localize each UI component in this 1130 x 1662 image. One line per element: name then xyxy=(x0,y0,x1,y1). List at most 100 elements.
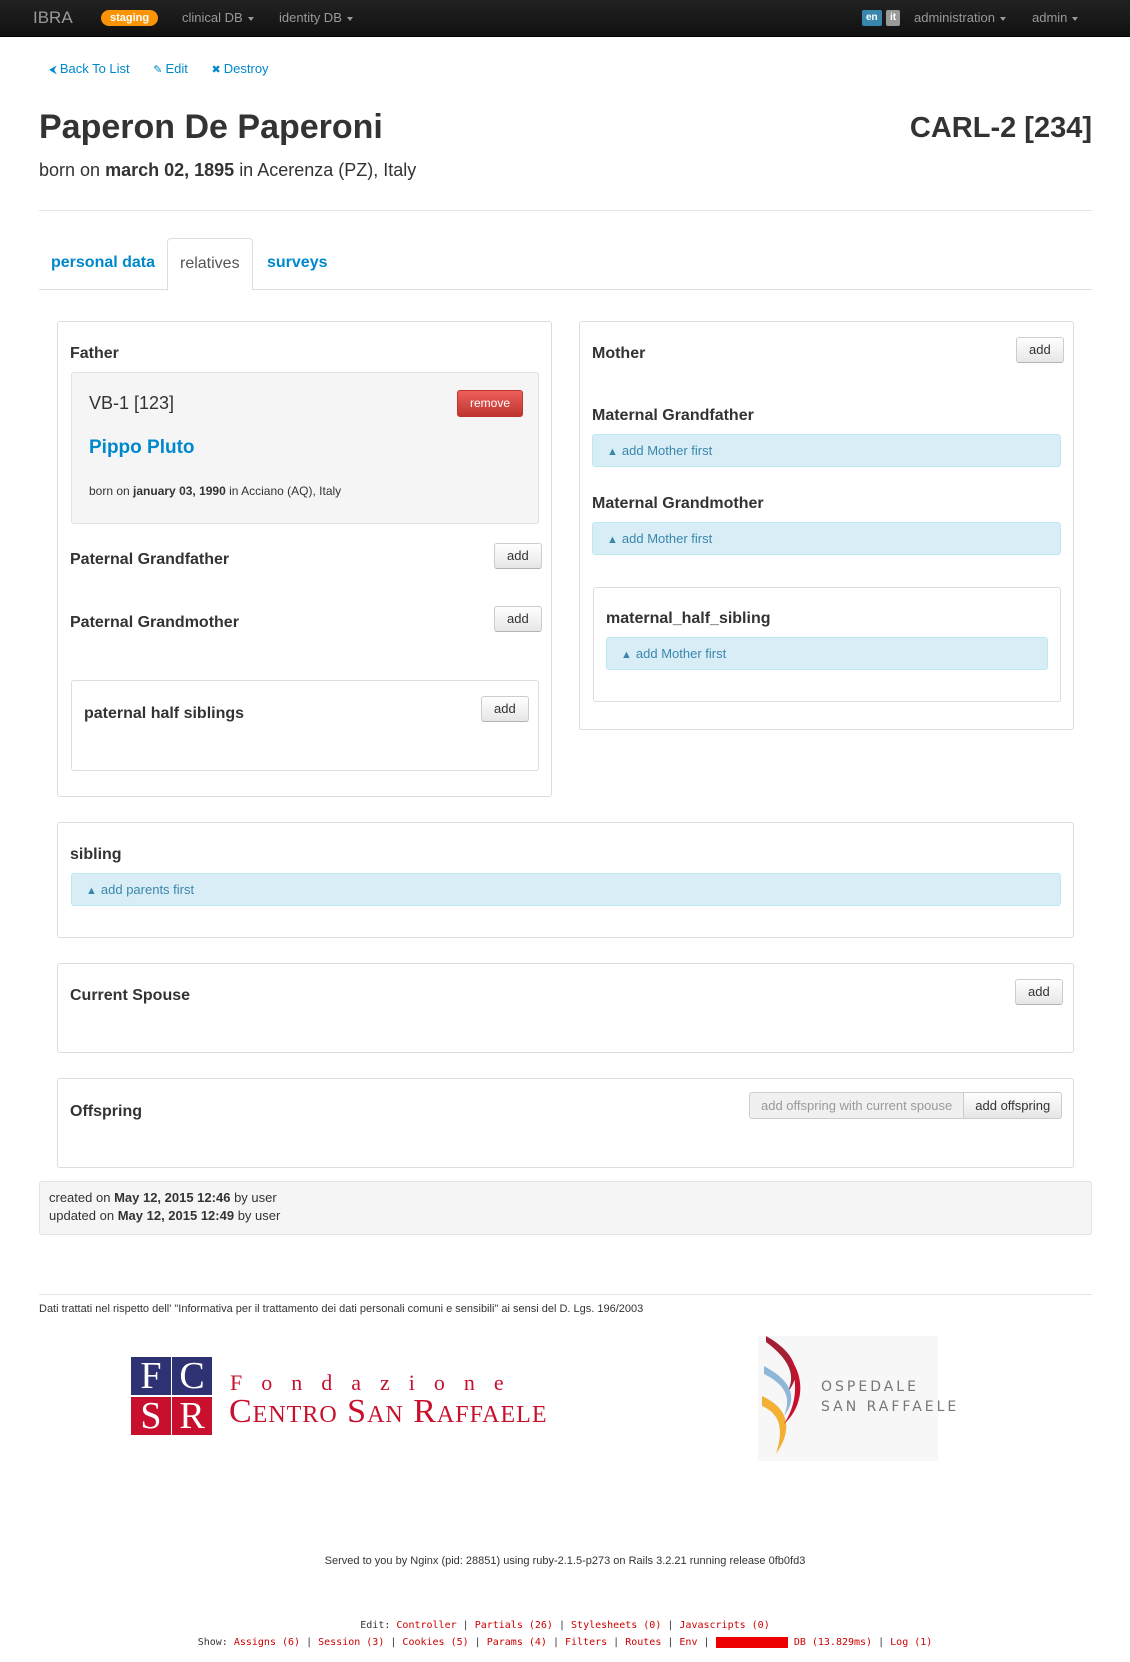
father-birth-info: born on january 03, 1990 in Acciano (AQ)… xyxy=(89,484,341,498)
debug-show-bar: Show: Assigns (6) | Session (3) | Cookie… xyxy=(197,1637,933,1648)
sibling-title: sibling xyxy=(70,846,122,863)
maternal-grandmother-notice-text: add Mother first xyxy=(621,531,713,546)
mother-title: Mother xyxy=(592,345,646,362)
paternal-half-siblings-title: paternal half siblings xyxy=(84,705,245,722)
user-menu[interactable]: admin xyxy=(1032,10,1079,25)
add-paternal-grandmother-button[interactable]: add xyxy=(494,606,542,632)
current-spouse-title: Current Spouse xyxy=(70,987,191,1004)
remove-father-button[interactable]: remove xyxy=(457,390,524,417)
mother-side-panel: Mother add Maternal Grandfather ▲ add Mot… xyxy=(579,321,1074,730)
add-paternal-grandfather-button[interactable]: add xyxy=(494,543,542,569)
maternal-grandfather-notice: ▲ add Mother first xyxy=(592,434,1061,467)
maternal-half-sibling-title: maternal_half_sibling xyxy=(606,610,771,627)
pencil-icon: ✎ xyxy=(153,64,163,76)
tab-relatives[interactable]: relatives xyxy=(167,238,253,291)
maternal-grandfather-title: Maternal Grandfather xyxy=(592,407,754,424)
language-en-toggle[interactable]: en xyxy=(862,10,882,26)
fcsr-logo-letter-r: R xyxy=(172,1397,212,1435)
father-title: Father xyxy=(70,345,119,362)
father-born-place: Acciano (AQ), Italy xyxy=(241,484,342,498)
circle-arrow-left-icon: ⮜ xyxy=(49,64,57,76)
created-by: by user xyxy=(234,1190,277,1205)
footer-divider xyxy=(39,1294,1092,1295)
language-it-toggle[interactable]: it xyxy=(886,10,901,26)
created-prefix: created on xyxy=(49,1190,111,1205)
debug-show-filters[interactable]: Filters xyxy=(565,1637,607,1648)
debug-show-queries[interactable]: Queries (13) xyxy=(715,1637,788,1648)
debug-show-label: Show: xyxy=(197,1637,228,1648)
current-spouse-panel: Current Spouse add xyxy=(57,963,1074,1053)
debug-show-cookies[interactable]: Cookies (5) xyxy=(402,1637,468,1648)
father-card: VB-1 [123] remove Pippo Pluto born on ja… xyxy=(71,372,539,524)
sibling-panel: sibling ▲ add parents first xyxy=(57,822,1074,938)
destroy-label: Destroy xyxy=(223,61,269,76)
edit-link[interactable]: ✎ Edit xyxy=(153,61,188,76)
tab-bar: personal data relatives surveys xyxy=(39,238,1092,291)
person-birth-info: born on march 02, 1895 in Acerenza (PZ),… xyxy=(39,160,416,181)
back-to-list-link[interactable]: ⮜ Back To List xyxy=(49,61,130,76)
debug-edit-javascripts[interactable]: Javascripts (0) xyxy=(679,1620,769,1631)
father-side-panel: Father VB-1 [123] remove Pippo Pluto bor… xyxy=(57,321,552,797)
debug-show-log[interactable]: Log (1) xyxy=(890,1637,932,1648)
warning-icon: ▲ xyxy=(621,649,632,661)
sibling-notice: ▲ add parents first xyxy=(71,873,1061,906)
debug-show-db[interactable]: DB (13.829ms) xyxy=(794,1637,872,1648)
created-info: created on May 12, 2015 12:46 by user xyxy=(49,1190,277,1205)
fcsr-logo-letter-f: F xyxy=(131,1357,171,1395)
record-actions: ⮜ Back To List ✎ Edit ✖ Destroy xyxy=(49,61,289,77)
edit-label: Edit xyxy=(165,61,188,76)
born-prefix: born on xyxy=(39,160,101,180)
father-code: VB-1 [123] xyxy=(89,393,175,413)
warning-icon: ▲ xyxy=(607,446,618,458)
clinical-db-menu[interactable]: clinical DB xyxy=(182,10,254,25)
identity-db-menu[interactable]: identity DB xyxy=(279,10,353,25)
add-spouse-button[interactable]: add xyxy=(1015,979,1063,1005)
debug-show-params[interactable]: Params (4) xyxy=(487,1637,547,1648)
updated-info: updated on May 12, 2015 12:49 by user xyxy=(49,1208,280,1223)
clinical-db-menu-label: clinical DB xyxy=(182,10,243,25)
warning-icon: ▲ xyxy=(86,885,97,897)
destroy-link[interactable]: ✖ Destroy xyxy=(212,61,269,76)
updated-at: May 12, 2015 12:49 xyxy=(117,1208,235,1223)
add-offspring-with-spouse-button[interactable]: add offspring with current spouse xyxy=(749,1092,965,1119)
tab-personal-data[interactable]: personal data xyxy=(39,238,167,290)
chevron-down-icon xyxy=(346,16,353,21)
maternal-grandmother-notice: ▲ add Mother first xyxy=(592,522,1061,555)
add-mother-button[interactable]: add xyxy=(1016,337,1064,363)
maternal-half-sibling-notice: ▲ add Mother first xyxy=(606,637,1048,670)
fcsr-logo-letter-c: C xyxy=(172,1357,212,1395)
created-at: May 12, 2015 12:46 xyxy=(114,1190,231,1205)
father-name-link[interactable]: Pippo Pluto xyxy=(89,437,195,459)
tab-surveys[interactable]: surveys xyxy=(255,238,340,290)
sibling-notice-text: add parents first xyxy=(100,882,195,897)
administration-menu-label: administration xyxy=(914,10,995,25)
maternal-grandmother-title: Maternal Grandmother xyxy=(592,495,764,512)
osr-logo-ribbon-icon xyxy=(762,1336,801,1454)
debug-edit-controller[interactable]: Controller xyxy=(396,1620,456,1631)
maternal-half-sibling-notice-text: add Mother first xyxy=(635,646,727,661)
fcsr-logo-line2: Centro San Raffaele xyxy=(229,1393,548,1430)
brand-logo[interactable]: IBRA xyxy=(33,8,73,28)
debug-show-env[interactable]: Env xyxy=(679,1637,697,1648)
updated-prefix: updated on xyxy=(49,1208,115,1223)
user-menu-label: admin xyxy=(1032,10,1068,25)
debug-show-session[interactable]: Session (3) xyxy=(318,1637,384,1648)
maternal-half-sibling-panel: maternal_half_sibling ▲ add Mother first xyxy=(593,587,1061,702)
born-in: in xyxy=(239,160,254,180)
audit-info: created on May 12, 2015 12:46 by user up… xyxy=(39,1181,1092,1235)
back-to-list-label: Back To List xyxy=(59,61,130,76)
debug-show-routes[interactable]: Routes xyxy=(625,1637,661,1648)
debug-show-assigns[interactable]: Assigns (6) xyxy=(234,1637,300,1648)
maternal-grandfather-notice-text: add Mother first xyxy=(621,443,713,458)
debug-edit-partials[interactable]: Partials (26) xyxy=(475,1620,553,1631)
add-offspring-button[interactable]: add offspring xyxy=(964,1092,1063,1119)
add-paternal-half-sibling-button[interactable]: add xyxy=(481,696,529,722)
paternal-grandfather-title: Paternal Grandfather xyxy=(70,551,230,568)
close-icon: ✖ xyxy=(211,64,221,76)
server-info: Served to you by Nginx (pid: 28851) usin… xyxy=(324,1555,806,1567)
osr-logo-line2: SAN RAFFAELE xyxy=(821,1399,960,1415)
environment-badge: staging xyxy=(101,10,159,26)
chevron-down-icon xyxy=(1072,16,1079,21)
debug-edit-stylesheets[interactable]: Stylesheets (0) xyxy=(571,1620,661,1631)
administration-menu[interactable]: administration xyxy=(914,10,1006,25)
